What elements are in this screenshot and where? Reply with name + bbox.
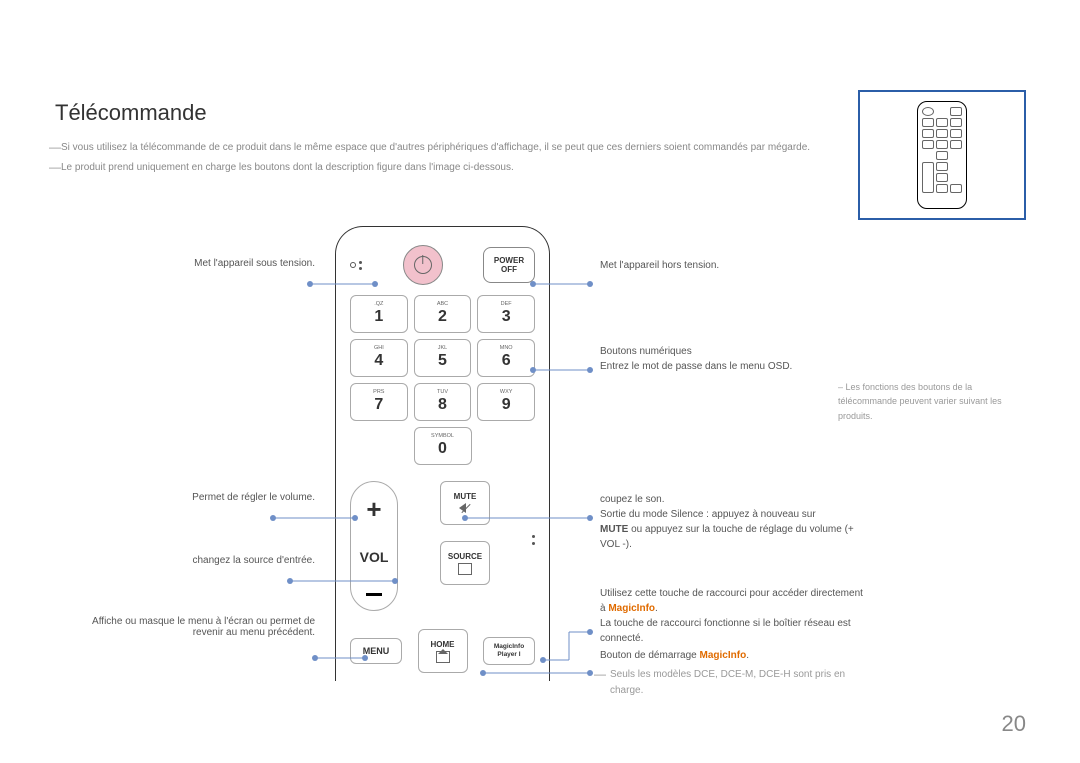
power-off-button[interactable]: POWER OFF <box>483 247 535 283</box>
mute-button[interactable]: MUTE <box>440 481 490 525</box>
key-5[interactable]: JKL5 <box>414 339 472 377</box>
right-callouts: Met l'appareil hors tension. Boutons num… <box>560 226 1030 681</box>
key-3[interactable]: DEF3 <box>477 295 535 333</box>
callout-menu: Affiche ou masque le menu à l'écran ou p… <box>85 616 315 638</box>
side-note: – Les fonctions des boutons de la téléco… <box>838 380 1026 423</box>
home-button[interactable]: HOME <box>418 629 468 673</box>
home-icon <box>436 651 450 663</box>
vol-plus-icon: + <box>366 496 381 522</box>
volume-rocker[interactable]: + VOL <box>350 481 398 611</box>
key-9[interactable]: WXY9 <box>477 383 535 421</box>
key-0[interactable]: SYMBOL0 <box>414 427 472 465</box>
vol-minus-icon <box>366 593 382 596</box>
source-icon <box>458 563 472 575</box>
callout-source: changez la source d'entrée. <box>192 555 315 566</box>
callout-mute: coupez le son. Sortie du mode Silence : … <box>600 492 870 552</box>
callout-power-on: Met l'appareil sous tension. <box>194 258 315 269</box>
remote-thumbnail <box>858 90 1026 220</box>
page-number: 20 <box>1002 711 1026 737</box>
left-callouts: Met l'appareil sous tension. Permet de r… <box>55 226 335 681</box>
menu-button[interactable]: MENU <box>350 638 402 664</box>
callout-numeric: Boutons numériques Entrez le mot de pass… <box>600 344 792 374</box>
numeric-keypad: .QZ1 ABC2 DEF3 GHI4 JKL5 MNO6 PRS7 TUV8 … <box>350 295 535 421</box>
callout-volume: Permet de régler le volume. <box>192 492 315 503</box>
key-6[interactable]: MNO6 <box>477 339 535 377</box>
callout-home: Bouton de démarrage MagicInfo. Seuls les… <box>600 648 870 703</box>
source-button[interactable]: SOURCE <box>440 541 490 585</box>
key-1[interactable]: .QZ1 <box>350 295 408 333</box>
callout-power-off: Met l'appareil hors tension. <box>600 258 719 273</box>
magicinfo-button[interactable]: MagicInfo Player I <box>483 637 535 665</box>
mute-icon <box>458 503 472 514</box>
key-2[interactable]: ABC2 <box>414 295 472 333</box>
key-4[interactable]: GHI4 <box>350 339 408 377</box>
power-icon <box>414 256 432 274</box>
power-on-button[interactable] <box>403 245 443 285</box>
ir-led-icon <box>350 262 356 268</box>
callout-magicinfo: Utilisez cette touche de raccourci pour … <box>600 586 870 646</box>
key-7[interactable]: PRS7 <box>350 383 408 421</box>
remote-diagram: POWER OFF .QZ1 ABC2 DEF3 GHI4 JKL5 MNO6 … <box>335 226 550 681</box>
key-8[interactable]: TUV8 <box>414 383 472 421</box>
